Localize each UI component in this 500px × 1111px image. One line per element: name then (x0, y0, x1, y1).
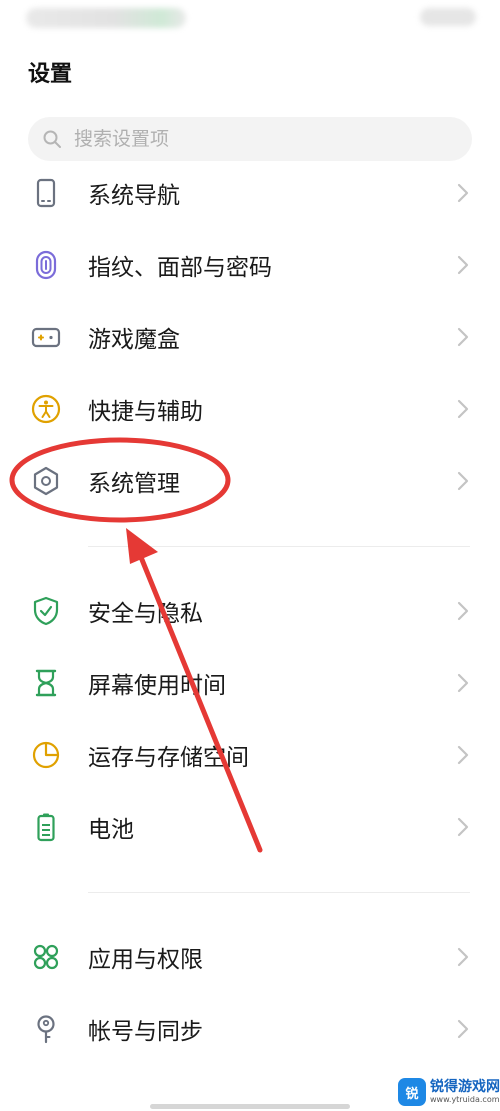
settings-item-label: 快捷与辅助 (88, 399, 203, 425)
settings-item-security-privacy[interactable]: 安全与隐私 (0, 581, 500, 641)
settings-item-game-box[interactable]: 游戏魔盒 (0, 307, 500, 367)
settings-item-screen-time[interactable]: 屏幕使用时间 (0, 653, 500, 713)
settings-item-label: 应用与权限 (88, 947, 203, 973)
grid-icon (30, 941, 62, 973)
chevron-right-icon (457, 817, 469, 837)
hexagon-gear-icon (30, 465, 62, 497)
section-divider (88, 546, 470, 547)
settings-item-account-sync[interactable]: 帐号与同步 (0, 999, 500, 1059)
settings-item-label: 游戏魔盒 (88, 327, 180, 353)
search-bar[interactable] (28, 117, 472, 161)
phone-icon (30, 177, 62, 209)
settings-item-label: 屏幕使用时间 (88, 673, 226, 699)
settings-item-label: 电池 (88, 817, 134, 843)
page-title: 设置 (28, 62, 73, 87)
fingerprint-icon (30, 249, 62, 281)
battery-icon (30, 811, 62, 843)
settings-item-shortcuts-accessibility[interactable]: 快捷与辅助 (0, 379, 500, 439)
settings-item-label: 系统导航 (88, 183, 180, 209)
settings-item-fingerprint-face-password[interactable]: 指纹、面部与密码 (0, 235, 500, 295)
chevron-right-icon (457, 255, 469, 275)
status-bar-blurred-info (26, 8, 186, 28)
shield-check-icon (30, 595, 62, 627)
settings-item-system-navigation[interactable]: 系统导航 (0, 163, 500, 223)
chevron-right-icon (457, 183, 469, 203)
chevron-right-icon (457, 947, 469, 967)
status-bar (0, 0, 500, 40)
settings-item-label: 运存与存储空间 (88, 745, 249, 771)
home-indicator[interactable] (150, 1104, 350, 1109)
settings-item-ram-storage[interactable]: 运存与存储空间 (0, 725, 500, 785)
key-icon (30, 1013, 62, 1045)
chevron-right-icon (457, 399, 469, 419)
settings-item-battery[interactable]: 电池 (0, 797, 500, 857)
chevron-right-icon (457, 601, 469, 621)
settings-item-label: 指纹、面部与密码 (88, 255, 272, 281)
chevron-right-icon (457, 745, 469, 765)
watermark-url: www.ytruida.com (430, 1095, 500, 1104)
chevron-right-icon (457, 1019, 469, 1039)
hourglass-icon (30, 667, 62, 699)
settings-item-label: 安全与隐私 (88, 601, 203, 627)
settings-item-system-management[interactable]: 系统管理 (0, 451, 500, 511)
gamepad-icon (30, 321, 62, 353)
section-divider (88, 892, 470, 893)
watermark: 锐 锐得游戏网 www.ytruida.com (398, 1078, 500, 1106)
chevron-right-icon (457, 471, 469, 491)
status-bar-blurred-battery (420, 8, 476, 26)
settings-item-label: 帐号与同步 (88, 1019, 203, 1045)
settings-item-label: 系统管理 (88, 471, 180, 497)
chevron-right-icon (457, 673, 469, 693)
watermark-logo: 锐 (398, 1078, 426, 1106)
accessibility-icon (30, 393, 62, 425)
settings-item-apps-permissions[interactable]: 应用与权限 (0, 927, 500, 987)
search-input[interactable] (72, 127, 456, 151)
search-icon (43, 130, 61, 148)
chevron-right-icon (457, 327, 469, 347)
pie-chart-icon (30, 739, 62, 771)
watermark-name: 锐得游戏网 (430, 1079, 500, 1095)
